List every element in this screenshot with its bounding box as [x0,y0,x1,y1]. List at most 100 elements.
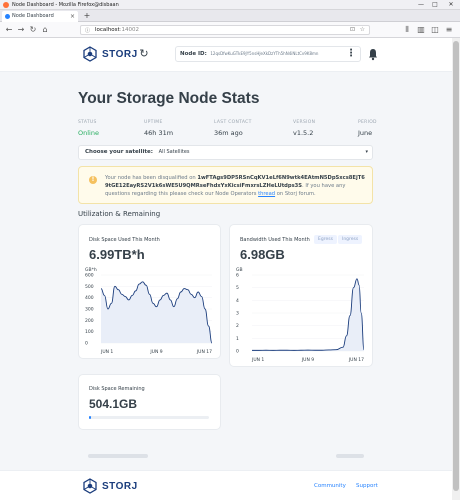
progress-fill [89,416,92,419]
storj-logo[interactable]: STORJ [82,46,138,62]
bandwidth-label: Bandwidth Used This Month [240,237,310,243]
bandwidth-chart[interactable]: GB6 5 4 3 2 1 0 JUN 1 JUN 9 JUN 17 [234,265,370,365]
y-tick-label: 600 [85,273,94,279]
footer: STORJ Community Support [0,470,452,500]
stat-period: PERIOD June [358,120,377,138]
more-options-icon[interactable]: ⋮ [346,46,356,62]
warning-icon: ! [89,176,97,184]
y-tick-label: 0 [85,341,88,347]
support-link[interactable]: Support [356,483,378,489]
maximize-button[interactable]: □ [428,0,442,10]
tab-bar: Node Dashboard × + [0,10,460,22]
y-tick-label: 1 [236,336,239,342]
window-title: Node Dashboard - Mozilla Firefox@disbaan [12,2,119,8]
y-tick-label: 400 [85,295,94,301]
footer-logo[interactable]: STORJ [82,478,138,494]
y-tick-label: 5 [236,285,239,291]
series-area [252,278,364,351]
node-id-field[interactable]: Node ID: 12qsDfwKuGTkE9JY5nsHJeXkDzYTh5h… [175,46,361,62]
stat-version: VERSION v1.5.2 [293,120,315,138]
ingress-toggle[interactable]: Ingress [338,235,363,244]
storj-logo-icon [83,478,97,494]
scrollbar-thumb[interactable] [453,41,459,491]
refresh-icon[interactable]: ↻ [138,47,150,61]
y-tick-label: 500 [85,284,94,290]
node-id-value: 12qsDfwKuGTkE9JY5nsHJeXkDzYTh5hN4iNLtCv9… [210,51,319,56]
disk-used-card: Disk Space Used This Month 6.99TB*h GB*h… [78,224,221,359]
footer-brand-name: STORJ [102,480,138,492]
stat-value: 36m ago [214,129,243,137]
y-tick-label: 200 [85,318,94,324]
disk-used-label: Disk Space Used This Month [89,237,160,243]
reload-icon[interactable]: ↻ [28,25,38,35]
sidebar-icon[interactable]: ▥ [416,25,426,35]
y-axis-unit-label: GB [236,267,243,273]
url-port: :14002 [119,27,140,33]
x-tick-label: JUN 1 [100,349,113,355]
forum-thread-link[interactable]: thread [258,191,275,197]
page-title: Your Storage Node Stats [78,90,260,107]
faded-placeholder [336,454,364,458]
extension-icon[interactable]: ◫ [430,25,440,35]
y-tick-label: 6 [236,273,239,279]
disk-remaining-progress [89,416,209,419]
main-content: Your Storage Node Stats STATUS Online UP… [0,72,452,470]
x-tick-label: JUN 17 [348,357,364,363]
stat-value: v1.5.2 [293,129,314,137]
stat-value: 46h 31m [144,129,174,137]
disk-remaining-card: Disk Space Remaining 504.1GB [78,374,221,430]
disk-remaining-value: 504.1GB [89,397,138,411]
bandwidth-card: Bandwidth Used This Month Egress Ingress… [229,224,373,367]
stat-status: STATUS Online [78,120,99,138]
tab-title: Node Dashboard [12,13,54,19]
new-tab-button[interactable]: + [82,10,92,22]
info-icon: ⓘ [85,28,91,34]
storj-logo-icon [83,46,97,62]
pocket-icon[interactable]: ⊡ [350,26,355,34]
tab-close-icon[interactable]: × [70,11,75,22]
forward-icon[interactable]: → [16,25,26,35]
back-icon[interactable]: ← [4,25,14,35]
chevron-down-icon: ▾ [365,149,368,155]
egress-toggle[interactable]: Egress [314,235,337,244]
stat-last-contact: LAST CONTACT 36m ago [214,120,252,138]
x-tick-label: JUN 9 [149,349,162,355]
home-icon[interactable]: ⌂ [40,25,50,35]
y-tick-label: 300 [85,307,94,313]
stat-label: VERSION [293,120,316,125]
browser-tab[interactable]: Node Dashboard × [2,11,78,22]
x-tick-label: JUN 9 [301,357,314,363]
bandwidth-value: 6.98GB [240,247,285,262]
stat-value: June [358,129,373,137]
disk-remaining-label: Disk Space Remaining [89,386,145,392]
node-id-label: Node ID: [180,51,207,57]
window-titlebar: Node Dashboard - Mozilla Firefox@disbaan… [0,0,460,10]
notification-bell-icon[interactable] [368,47,378,61]
nav-bar: ← → ↻ ⌂ ⓘ localhost:14002 ⊡ ☆ ⫴ ▥ ◫ ≡ [0,22,460,38]
brand-name: STORJ [102,48,138,60]
disk-used-chart[interactable]: GB*h600 500 400 300 200 100 0 JUN 1 JUN 9 JUN 17 [83,265,218,357]
status-row: STATUS Online UPTIME 46h 31m LAST CONTAC… [78,120,377,142]
disqualification-notice: ! Your node has been disqualified on 1wF… [78,166,373,204]
stat-label: UPTIME [144,120,163,125]
hamburger-menu-icon[interactable]: ≡ [444,25,454,35]
close-window-button[interactable]: ✕ [444,0,458,10]
community-link[interactable]: Community [314,483,346,489]
series-area [101,281,212,343]
satellite-dropdown[interactable]: Choose your satellite: All Satellites ▾ [78,145,373,160]
warning-text-before: Your node has been disqualified on [105,175,196,181]
faded-placeholder [88,454,148,458]
stat-label: LAST CONTACT [214,120,252,125]
disk-used-value: 6.99TB*h [89,247,145,262]
x-tick-label: JUN 1 [251,357,264,363]
bookmark-star-icon[interactable]: ☆ [360,26,365,34]
library-icon[interactable]: ⫴ [402,25,412,35]
stat-label: STATUS [78,120,97,125]
page-scrollbar[interactable] [452,38,460,500]
minimize-button[interactable]: — [414,0,428,10]
url-host: localhost [95,27,120,33]
y-tick-label: 3 [236,311,239,317]
satellite-label: Choose your satellite: [85,149,153,155]
stat-uptime: UPTIME 46h 31m [144,120,173,138]
url-bar[interactable]: ⓘ localhost:14002 ⊡ ☆ [80,25,370,35]
